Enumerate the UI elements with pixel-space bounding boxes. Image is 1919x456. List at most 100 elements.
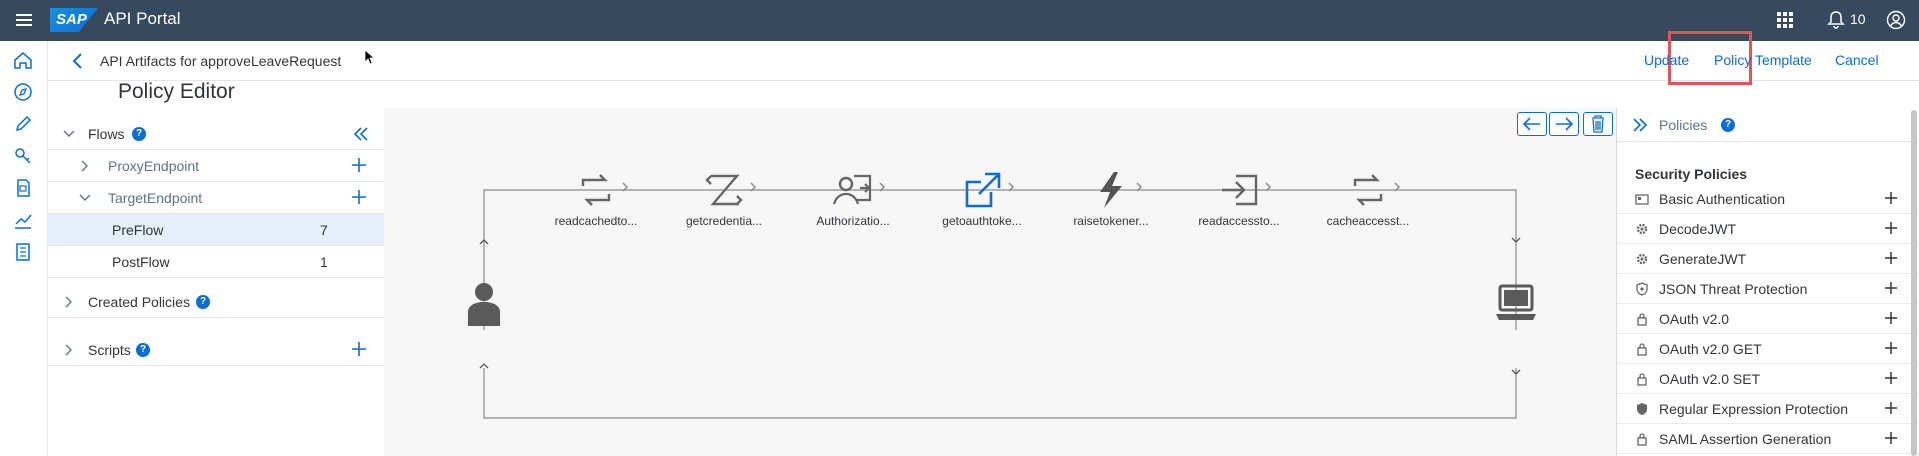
gear-icon: [1636, 253, 1648, 265]
policy-step-label: cacheaccesst...: [1326, 214, 1410, 228]
sap-logo[interactable]: SAP: [50, 8, 98, 32]
add-icon[interactable]: [1883, 430, 1899, 446]
policy-step[interactable]: raisetokener...: [1051, 170, 1171, 228]
hamburger-menu-icon[interactable]: [14, 10, 34, 30]
add-icon[interactable]: [1883, 280, 1899, 296]
apps-grid-icon[interactable]: [1776, 11, 1794, 29]
postflow-count: 1: [320, 254, 328, 270]
proxy-endpoint-label: ProxyEndpoint: [108, 158, 200, 174]
flows-header[interactable]: Flows ?: [48, 118, 384, 150]
back-arrow-icon[interactable]: [70, 52, 86, 70]
shield-icon: [1637, 403, 1647, 415]
chevron-down-icon[interactable]: [62, 127, 76, 141]
home-icon[interactable]: [12, 49, 34, 71]
policy-item[interactable]: JSON Threat Protection: [1617, 274, 1919, 304]
policy-item-label: OAuth v2.0 SET: [1659, 371, 1761, 387]
document-icon[interactable]: [12, 177, 34, 199]
move-right-button[interactable]: [1549, 112, 1579, 136]
flow-canvas[interactable]: [384, 108, 1616, 456]
shield-icon: [1636, 282, 1648, 296]
help-icon[interactable]: ?: [136, 343, 150, 357]
add-icon[interactable]: [1883, 310, 1899, 326]
flows-panel: Flows ? ProxyEndpoint TargetEndpoint Pre…: [48, 108, 384, 456]
policy-step-label: Authorizatio...: [816, 214, 890, 228]
lock-icon: [1637, 343, 1647, 356]
add-icon[interactable]: [1883, 190, 1899, 206]
policy-step[interactable]: cacheaccesst...: [1308, 170, 1428, 228]
policy-item[interactable]: Basic Authentication: [1617, 184, 1919, 214]
policy-item-label: GenerateJWT: [1659, 251, 1747, 267]
policy-step[interactable]: Authorizatio...: [793, 170, 913, 228]
analytics-icon[interactable]: [12, 209, 34, 231]
preflow-label: PreFlow: [112, 222, 164, 238]
policy-item[interactable]: OAuth v2.0: [1617, 304, 1919, 334]
bell-icon[interactable]: [1826, 10, 1846, 30]
id-card-icon: [1635, 194, 1649, 205]
policy-step[interactable]: readcachedto...: [536, 170, 656, 228]
flow-item-preflow[interactable]: PreFlow 7: [48, 214, 384, 246]
chevron-right-icon[interactable]: [62, 343, 76, 357]
scripts-header[interactable]: Scripts ?: [48, 334, 384, 366]
add-icon[interactable]: [1883, 220, 1899, 236]
add-icon[interactable]: [350, 340, 368, 358]
collapse-double-left-icon[interactable]: [352, 125, 370, 143]
lock-icon: [1637, 433, 1647, 446]
policy-item[interactable]: DecodeJWT: [1617, 214, 1919, 244]
cancel-button[interactable]: Cancel: [1835, 52, 1879, 68]
add-icon[interactable]: [1883, 400, 1899, 416]
policy-item-label: OAuth v2.0 GET: [1659, 341, 1762, 357]
policy-item[interactable]: OAuth v2.0 GET: [1617, 334, 1919, 364]
notification-count[interactable]: 10: [1850, 11, 1866, 27]
add-icon[interactable]: [1883, 340, 1899, 356]
policy-step-label: readaccessto...: [1198, 214, 1280, 228]
chevron-right-icon[interactable]: [78, 159, 92, 173]
policy-step[interactable]: getoauthtoke...: [922, 170, 1042, 228]
security-policies-heading: Security Policies: [1635, 166, 1748, 182]
chevron-right-icon[interactable]: [62, 295, 76, 309]
pencil-icon[interactable]: [12, 113, 34, 135]
flow-item-target-endpoint[interactable]: TargetEndpoint: [48, 182, 384, 214]
help-icon[interactable]: ?: [132, 127, 146, 141]
catalog-icon[interactable]: [12, 241, 34, 263]
add-icon[interactable]: [1883, 250, 1899, 266]
policy-item[interactable]: GenerateJWT: [1617, 244, 1919, 274]
policy-step[interactable]: readaccessto...: [1179, 170, 1299, 228]
user-avatar-icon[interactable]: [1886, 10, 1906, 30]
shell-bar: SAP API Portal 10: [0, 0, 1919, 41]
key-search-icon[interactable]: [12, 145, 34, 167]
mouse-cursor-icon: [364, 49, 376, 65]
policy-template-button[interactable]: Policy Template: [1714, 52, 1812, 68]
delete-button[interactable]: [1583, 112, 1613, 136]
breadcrumb: API Artifacts for approveLeaveRequest: [100, 53, 342, 69]
move-left-button[interactable]: [1517, 112, 1547, 136]
help-icon[interactable]: ?: [196, 295, 210, 309]
help-icon[interactable]: ?: [1721, 118, 1735, 132]
flow-item-proxy-endpoint[interactable]: ProxyEndpoint: [48, 150, 384, 182]
update-button[interactable]: Update: [1644, 52, 1689, 68]
expand-double-right-icon[interactable]: [1631, 116, 1649, 134]
policy-item-label: DecodeJWT: [1659, 221, 1737, 237]
target-endpoint-label: TargetEndpoint: [108, 190, 203, 206]
app-title: API Portal: [104, 9, 181, 28]
gear-icon: [1636, 223, 1648, 235]
policy-step-label: readcachedto...: [554, 214, 638, 228]
add-icon[interactable]: [350, 156, 368, 174]
policies-panel: Policies ? Security Policies Basic Authe…: [1616, 108, 1919, 456]
policy-item[interactable]: Regular Expression Protection: [1617, 394, 1919, 424]
chevron-down-icon[interactable]: [78, 191, 92, 205]
policies-panel-header: Policies ?: [1617, 108, 1919, 142]
created-policies-header[interactable]: Created Policies ?: [48, 286, 384, 318]
add-icon[interactable]: [350, 188, 368, 206]
flow-item-postflow[interactable]: PostFlow 1: [48, 246, 384, 278]
compass-icon[interactable]: [12, 81, 34, 103]
add-icon[interactable]: [1883, 370, 1899, 386]
cycle-icon: [581, 174, 611, 206]
policy-step[interactable]: getcredentia...: [664, 170, 784, 228]
policies-scrollbar[interactable]: [1911, 110, 1917, 456]
policy-step-label: getoauthtoke...: [942, 214, 1022, 228]
policy-step-label: getcredentia...: [685, 214, 763, 228]
policy-item[interactable]: OAuth v2.0 SET: [1617, 364, 1919, 394]
lock-icon: [1637, 373, 1647, 386]
flows-label: Flows: [88, 126, 125, 142]
policy-item[interactable]: SAML Assertion Generation: [1617, 424, 1919, 454]
